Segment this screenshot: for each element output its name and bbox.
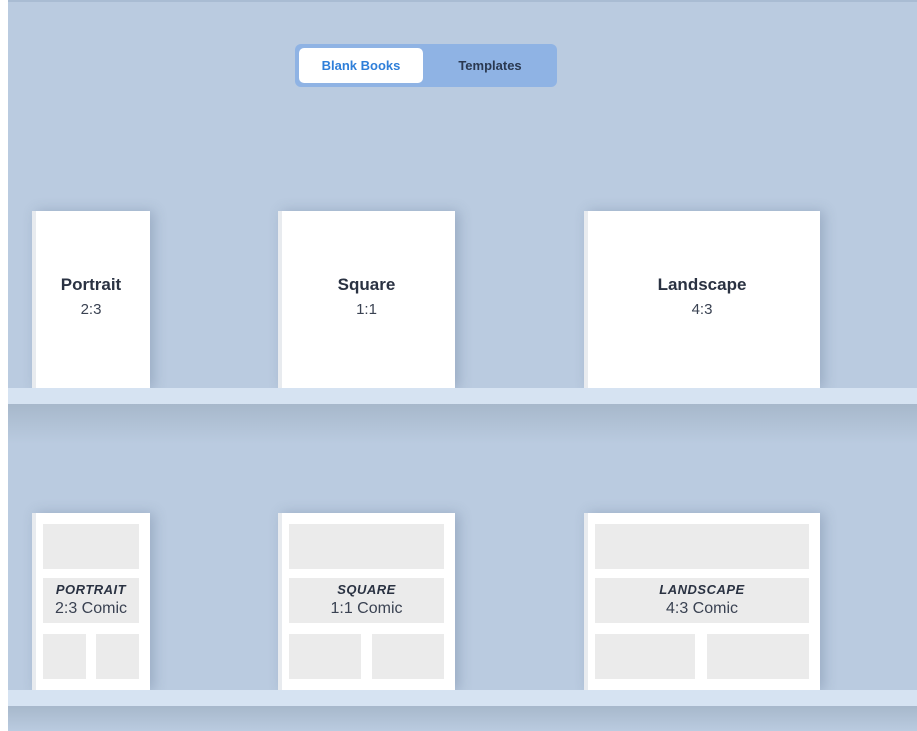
book-ratio: 4:3 <box>691 301 713 318</box>
comic-title: PORTRAIT <box>55 582 127 597</box>
comic-ratio: 2:3 Comic <box>54 600 128 617</box>
book-spine <box>584 211 588 389</box>
comic-ratio: 4:3 Comic <box>665 600 739 617</box>
comic-book-landscape[interactable]: LANDSCAPE 4:3 Comic <box>584 513 820 691</box>
comic-panel <box>595 524 809 569</box>
comic-ratio: 1:1 Comic <box>330 600 403 617</box>
comic-panel <box>43 634 86 679</box>
comic-panel <box>372 634 444 679</box>
comic-panel <box>43 524 139 569</box>
book-title: Portrait <box>60 275 122 294</box>
book-ratio: 2:3 <box>80 301 102 318</box>
book-spine <box>278 211 282 389</box>
comic-label: PORTRAIT 2:3 Comic <box>32 581 150 619</box>
tab-blank-books[interactable]: Blank Books <box>299 48 423 83</box>
comic-panel <box>96 634 139 679</box>
book-title: Landscape <box>657 275 747 294</box>
comic-title: SQUARE <box>337 582 396 597</box>
book-landscape[interactable]: Landscape 4:3 <box>584 211 820 389</box>
comic-book-portrait[interactable]: PORTRAIT 2:3 Comic <box>32 513 150 691</box>
book-ratio: 1:1 <box>356 301 377 318</box>
shelf-bottom-shadow <box>8 706 917 731</box>
book-title: Square <box>337 275 396 294</box>
shelf-top-shadow <box>8 404 917 444</box>
shelf-bottom <box>8 690 917 706</box>
book-square[interactable]: Square 1:1 <box>278 211 455 389</box>
comic-label: LANDSCAPE 4:3 Comic <box>584 581 820 619</box>
book-type-toggle: Blank Books Templates <box>295 44 557 87</box>
comic-title: LANDSCAPE <box>659 582 745 597</box>
top-border <box>0 0 917 2</box>
book-spine <box>32 211 36 389</box>
comic-panel <box>707 634 809 679</box>
book-portrait[interactable]: Portrait 2:3 <box>32 211 150 389</box>
comic-panel <box>289 634 361 679</box>
left-edge <box>0 0 8 731</box>
comic-panel <box>289 524 444 569</box>
comic-label: SQUARE 1:1 Comic <box>278 581 455 619</box>
comic-book-square[interactable]: SQUARE 1:1 Comic <box>278 513 455 691</box>
tab-templates[interactable]: Templates <box>427 48 553 83</box>
shelf-top <box>8 388 917 404</box>
comic-panel <box>595 634 695 679</box>
